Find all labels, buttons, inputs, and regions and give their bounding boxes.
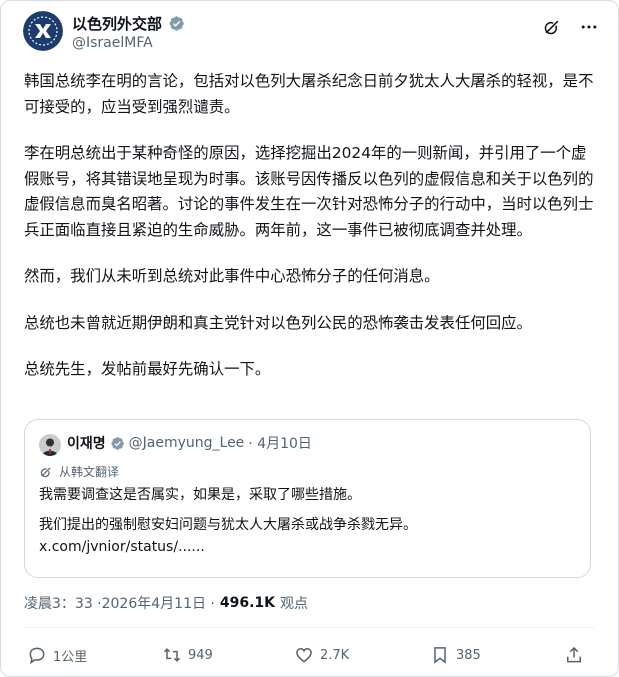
grok-icon[interactable] (542, 17, 562, 37)
post-paragraph: 然而，我们从未听到总统对此事件中心恐怖分子的任何消息。 (24, 267, 440, 285)
verified-badge-icon (111, 436, 124, 450)
reply-icon (29, 647, 45, 665)
reply-button[interactable]: 1公里 (27, 645, 87, 665)
account-name-row[interactable]: 以色列外交部 (72, 13, 185, 34)
quoted-paragraph: 我需要调查这是否属实，如果是，采取了哪些措施。 (39, 487, 361, 503)
post-text: 韩国总统李在明的言论，包括对以色列大屠杀纪念日前夕犹太人大屠杀的轻视，是不可接受… (24, 69, 594, 404)
post-meta: 凌晨3：33 ·2026年4月11日 · 496.1K 观点 (24, 593, 308, 613)
views-count: 496.1K (219, 595, 276, 611)
action-bar: 1公里 949 2.7K 385 (27, 645, 587, 667)
translate-icon (40, 467, 51, 477)
post-card: 以色列外交部 @IsraelMFA 韩国总统李在明的言论，包括对以色列大屠杀纪念… (0, 0, 619, 677)
bookmark-icon (434, 647, 446, 664)
share-icon (567, 646, 581, 663)
quoted-handle[interactable]: @Jaemyung_Lee (129, 435, 245, 451)
quoted-post[interactable]: 이재명 @Jaemyung_Lee · 4月10日 从韩文翻译 我需要调查这是否… (24, 419, 591, 578)
bookmark-count: 385 (456, 647, 481, 663)
repost-icon (163, 648, 181, 662)
account-display-name[interactable]: 以色列外交部 (72, 13, 162, 34)
like-button[interactable]: 2.7K (294, 645, 349, 665)
quoted-display-name[interactable]: 이재명 (67, 433, 106, 453)
repost-count: 949 (188, 647, 213, 663)
verified-badge-icon (169, 16, 184, 31)
quoted-header: 이재명 @Jaemyung_Lee · 4月10日 (67, 433, 312, 453)
post-paragraph: 总统也未曾就近期伊朗和真主党针对以色列公民的恐怖袭击发表任何回应。 (24, 313, 532, 332)
quoted-paragraph: 我们提出的强制慰安妇问题与犹太人大屠杀或战争杀戮无异。 x.com/jvnior… (39, 517, 417, 555)
post-timestamp[interactable]: 凌晨3：33 ·2026年4月11日 · (24, 593, 215, 613)
more-icon[interactable] (579, 17, 599, 37)
translated-label: 从韩文翻译 (59, 465, 120, 479)
repost-button[interactable]: 949 (162, 645, 213, 665)
like-count: 2.7K (320, 647, 350, 663)
divider (24, 627, 595, 628)
account-avatar[interactable] (23, 11, 63, 51)
account-handle[interactable]: @IsraelMFA (72, 35, 153, 51)
quoted-text: 我需要调查这是否属实，如果是，采取了哪些措施。 我们提出的强制慰安妇问题与犹太人… (39, 484, 579, 566)
post-paragraph: 总统先生，发帖前最好先确认一下。 (24, 360, 271, 378)
bookmark-button[interactable]: 385 (430, 645, 481, 665)
heart-icon (296, 647, 312, 663)
views-label: 观点 (280, 596, 309, 612)
mfa-logo-icon (23, 11, 63, 51)
quoted-date[interactable]: · 4月10日 (248, 433, 312, 453)
post-paragraph: 韩国总统李在明的言论，包括对以色列大屠杀纪念日前夕犹太人大屠杀的轻视，是不可接受… (24, 72, 594, 116)
reply-count: 1公里 (53, 649, 88, 665)
person-avatar-icon (39, 434, 61, 456)
share-button[interactable] (564, 645, 584, 665)
post-paragraph: 李在明总统出于某种奇怪的原因，选择挖掘出2024年的一则新闻，并引用了一个虚假账… (24, 144, 594, 239)
quoted-avatar[interactable] (39, 434, 61, 456)
translated-label-row: 从韩文翻译 (39, 463, 119, 480)
